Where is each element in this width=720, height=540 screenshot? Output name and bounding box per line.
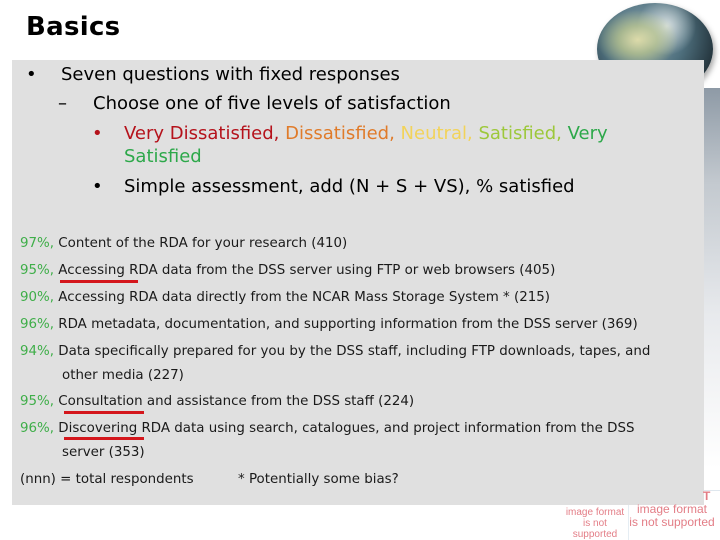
bullet-marker: • [92, 123, 103, 144]
footnote-legend: (nnn) = total respondents [20, 472, 194, 487]
level-satisfied: Satisfied, [478, 123, 562, 144]
result-row: 95%, Accessing RDA data from the DSS ser… [20, 262, 555, 280]
satisfaction-levels: Very Dissatisfied, Dissatisfied, Neutral… [124, 123, 608, 145]
bullet-marker: • [92, 176, 103, 197]
result-text: Accessing RDA data from the DSS server u… [58, 263, 556, 278]
result-text: Accessing RDA data directly from the NCA… [58, 290, 551, 305]
placeholder-text: image format [565, 507, 625, 518]
result-row: 97%, Content of the RDA for your researc… [20, 235, 347, 253]
result-row-continuation: other media (227) [62, 368, 184, 383]
highlight-underline [64, 437, 144, 440]
highlight-underline [60, 280, 138, 283]
result-row: 95%, Consultation and assistance from th… [20, 393, 414, 411]
result-percent: 95%, [20, 263, 55, 278]
result-percent: 94%, [20, 344, 55, 359]
level-very-satisfied-part1: Very [567, 123, 608, 144]
result-text: Content of the RDA for your research (41… [58, 236, 348, 251]
level-neutral: Neutral, [400, 123, 473, 144]
slide-title: Basics [26, 12, 121, 42]
result-percent: 90%, [20, 290, 55, 305]
unsupported-image-placeholder: image format is not supported [628, 502, 716, 530]
result-text: Data specifically prepared for you by th… [58, 344, 651, 359]
result-percent: 97%, [20, 236, 55, 251]
result-row: 96%, RDA metadata, documentation, and su… [20, 316, 638, 334]
result-percent: 96%, [20, 421, 55, 436]
assessment-text: Simple assessment, add (N + S + VS), % s… [124, 176, 575, 197]
result-text: RDA metadata, documentation, and support… [58, 317, 638, 332]
level-very-satisfied-part2: Satisfied [124, 146, 202, 167]
bullet-marker: • [26, 64, 37, 85]
result-percent: 95%, [20, 394, 55, 409]
result-percent: 96%, [20, 317, 55, 332]
level-very-dissatisfied: Very Dissatisfied, [124, 123, 280, 144]
dash-marker: – [58, 93, 67, 114]
placeholder-text: is not supported [572, 518, 618, 540]
bullet-level1: Seven questions with fixed responses [61, 64, 400, 85]
bullet-level2: Choose one of five levels of satisfactio… [93, 93, 451, 114]
result-row-continuation: server (353) [62, 445, 145, 460]
result-text: Consultation and assistance from the DSS… [58, 394, 415, 409]
result-row: 96%, Discovering RDA data using search, … [20, 420, 634, 438]
level-dissatisfied: Dissatisfied, [285, 123, 395, 144]
result-row: 90%, Accessing RDA data directly from th… [20, 289, 550, 307]
placeholder-clipped-letter: T [703, 489, 711, 503]
unsupported-image-placeholder: image format is not supported [560, 507, 630, 540]
highlight-underline [64, 411, 144, 414]
placeholder-text: is not supported [629, 515, 715, 530]
result-row: 94%, Data specifically prepared for you … [20, 343, 650, 361]
footnote-note: * Potentially some bias? [238, 472, 399, 487]
result-text: Discovering RDA data using search, catal… [58, 421, 635, 436]
